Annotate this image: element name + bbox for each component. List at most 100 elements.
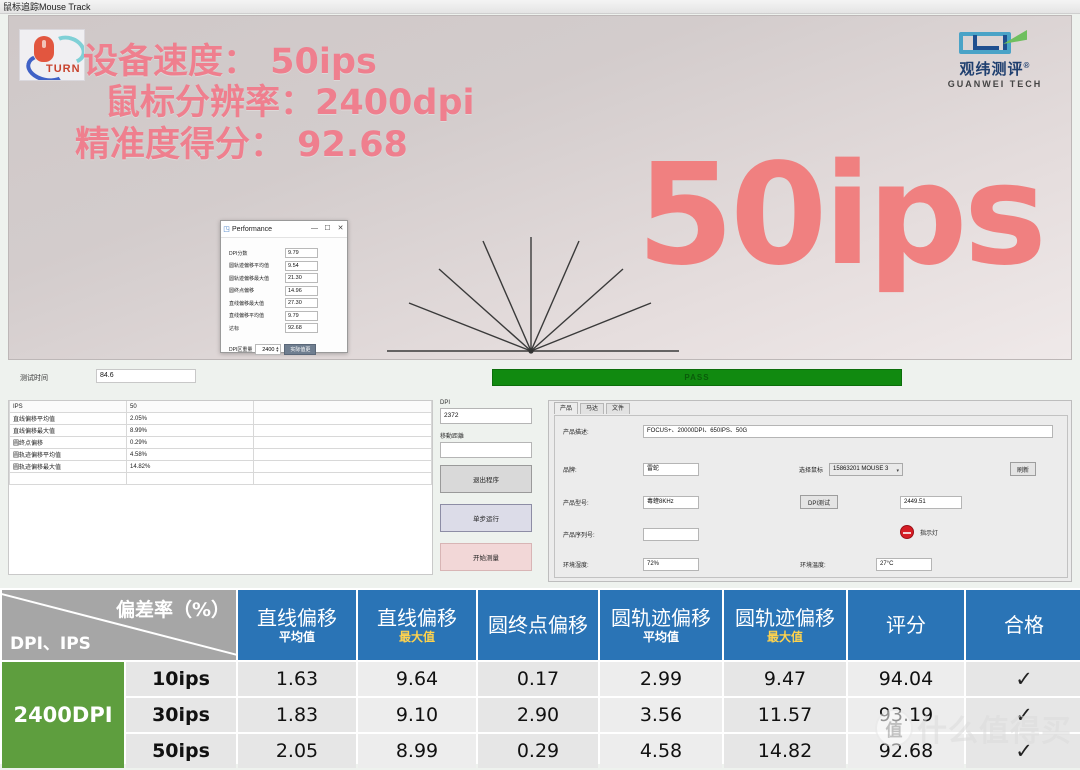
performance-row: 直线偏移平均值 9.79 [229, 310, 339, 321]
indicator-led-icon [900, 525, 914, 539]
field-value[interactable]: 92.68 [285, 323, 318, 333]
result-spacer [253, 436, 432, 449]
exit-program-button[interactable]: 退出程序 [440, 465, 532, 493]
header-main: 评分 [886, 613, 926, 637]
single-step-button[interactable]: 单步运行 [440, 504, 532, 532]
table-row: 50ips 2.05 8.99 0.29 4.58 14.82 92.68 ✓ [2, 734, 1080, 768]
result-key: 圆轨迹偏移平均值 [9, 448, 127, 461]
cell-pass: ✓ [966, 698, 1080, 732]
field-label: 达标 [229, 325, 240, 332]
window-title-bar: 鼠标追踪Mouse Track [0, 0, 1080, 14]
hero-text-block: 设备速度： 50ips 鼠标分辨率：2400dpi 精准度得分： 92.68 [69, 42, 475, 166]
result-spacer [253, 472, 432, 485]
model-input[interactable]: 毒蝰8KHz [643, 496, 699, 509]
indicator-led-label: 指示灯 [920, 530, 939, 537]
cell-pass: ✓ [966, 734, 1080, 768]
field-value[interactable]: 9.54 [285, 260, 318, 271]
header-sub: 最大值 [766, 629, 803, 644]
field-value[interactable]: 9.79 [285, 310, 318, 321]
cell-pass: ✓ [966, 662, 1080, 696]
cell-score: 94.04 [848, 662, 964, 696]
apply-button[interactable]: 实际值更 [284, 343, 317, 355]
mouse-track-fan-diagram [387, 237, 679, 354]
corner-header-bottom: DPI、IPS [10, 634, 91, 654]
cell-arc-avg: 2.99 [600, 662, 722, 696]
test-time-label: 测试时间 [20, 375, 48, 382]
guanwei-cn: 观纬测评 [959, 61, 1024, 78]
result-key: 直线偏移最大值 [9, 424, 127, 437]
header-pass: 合格 [966, 590, 1080, 660]
dpi-test-button[interactable]: DPI测试 [800, 495, 838, 509]
dpi-test-value[interactable]: 2449.51 [900, 496, 962, 509]
header-line-max: 直线偏移 最大值 [358, 590, 476, 660]
mouse-select-dropdown[interactable]: 15863201 MOUSE 3 ▾ [829, 463, 904, 476]
tab-file[interactable]: 文件 [606, 403, 631, 414]
performance-row: 圆轨迹偏移平均值 9.54 [229, 260, 339, 271]
table-row: 直线偏移平均值 2.05% [9, 412, 432, 425]
header-main: 直线偏移 [377, 605, 457, 630]
row-ips: 30ips [126, 698, 236, 732]
tab-product[interactable]: 产品 [554, 402, 579, 414]
header-main: 圆终点偏移 [488, 613, 588, 637]
cell-arc-max: 14.82 [724, 734, 846, 768]
summary-table: 偏差率（%） DPI、IPS 直线偏移 平均值 直线偏移 最大值 圆终点偏移 圆… [0, 588, 1080, 768]
hero-line-score: 精准度得分： 92.68 [75, 125, 408, 165]
maximize-icon[interactable]: ☐ [321, 221, 334, 237]
result-key: IPS [9, 401, 127, 413]
field-label: 圆终点偏移 [229, 288, 255, 294]
test-time-value[interactable]: 84.6 [96, 369, 196, 383]
header-score: 评分 [848, 590, 964, 660]
chevron-down-icon[interactable]: ▼ [275, 348, 279, 353]
minimize-icon[interactable]: — [308, 221, 321, 237]
header-main: 圆轨迹偏移 [735, 605, 835, 630]
cell-circle-end: 0.17 [478, 662, 598, 696]
result-spacer [253, 412, 432, 425]
dpi-input[interactable]: 2372 [440, 408, 532, 424]
table-row: IPS 50 [9, 401, 432, 413]
header-arc-max: 圆轨迹偏移 最大值 [724, 590, 846, 660]
cell-arc-avg: 4.58 [600, 734, 722, 768]
field-value[interactable]: 27.30 [285, 298, 318, 308]
header-sub: 平均值 [278, 629, 315, 644]
field-value[interactable]: 14.96 [285, 285, 318, 296]
field-value[interactable]: 21.30 [285, 273, 318, 283]
field-label: 圆轨迹偏移最大值 [229, 275, 270, 282]
humidity-input[interactable]: 72% [643, 558, 699, 571]
product-desc-input[interactable]: FOCUS+、20000DPI、650IPS、50G [643, 425, 1053, 438]
cell-arc-avg: 3.56 [600, 698, 722, 732]
brand-label: 品牌: [563, 468, 577, 474]
cell-line-avg: 1.63 [238, 662, 356, 696]
temperature-label: 环境温度: [800, 563, 826, 569]
performance-dialog-title: Performance [232, 225, 273, 233]
field-label: 直线偏移平均值 [229, 313, 265, 319]
distance-label: 移動距離 [440, 434, 465, 440]
dpi-label: DPI [440, 400, 451, 406]
start-measure-button[interactable]: 开始测量 [440, 543, 532, 571]
distance-input[interactable] [440, 442, 532, 458]
corner-header: 偏差率（%） DPI、IPS [2, 590, 236, 660]
tab-motor[interactable]: 马达 [580, 403, 605, 414]
serial-input[interactable] [643, 528, 699, 541]
product-pane: 产品 马达 文件 产品描述: FOCUS+、20000DPI、650IPS、50… [548, 400, 1072, 582]
header-sub: 最大值 [398, 629, 435, 644]
refresh-button[interactable]: 刷新 [1010, 462, 1036, 476]
results-table: IPS 50 直线偏移平均值 2.05% 直线偏移最大值 8.99% 圆终点偏移… [9, 401, 432, 485]
field-value[interactable]: 9.79 [285, 248, 318, 258]
result-value: 8.99% [126, 424, 254, 437]
header-main: 合格 [1004, 613, 1044, 637]
temperature-input[interactable]: 27°C [876, 558, 932, 571]
header-arc-avg: 圆轨迹偏移 平均值 [600, 590, 722, 660]
result-key: 圆轨迹偏移最大值 [9, 460, 127, 473]
performance-dialog[interactable]: ◳ Performance — ☐ ✕ DPI分数 9.79 圆轨迹偏移平均值 … [220, 220, 348, 355]
header-circle-end: 圆终点偏移 [478, 590, 598, 660]
result-value: 4.58% [126, 448, 254, 461]
header-main: 圆轨迹偏移 [611, 605, 711, 630]
table-row: 30ips 1.83 9.10 2.90 3.56 11.57 93.19 ✓ [2, 698, 1080, 732]
performance-row: 圆终点偏移 14.96 [229, 285, 339, 296]
brand-input[interactable]: 雷蛇 [643, 463, 699, 476]
close-icon[interactable]: ✕ [334, 221, 347, 237]
cell-circle-end: 0.29 [478, 734, 598, 768]
dpi-spinner[interactable]: 2400 ▲ ▼ [255, 343, 282, 355]
field-label: DPI分数 [229, 250, 248, 257]
result-key [9, 472, 127, 485]
